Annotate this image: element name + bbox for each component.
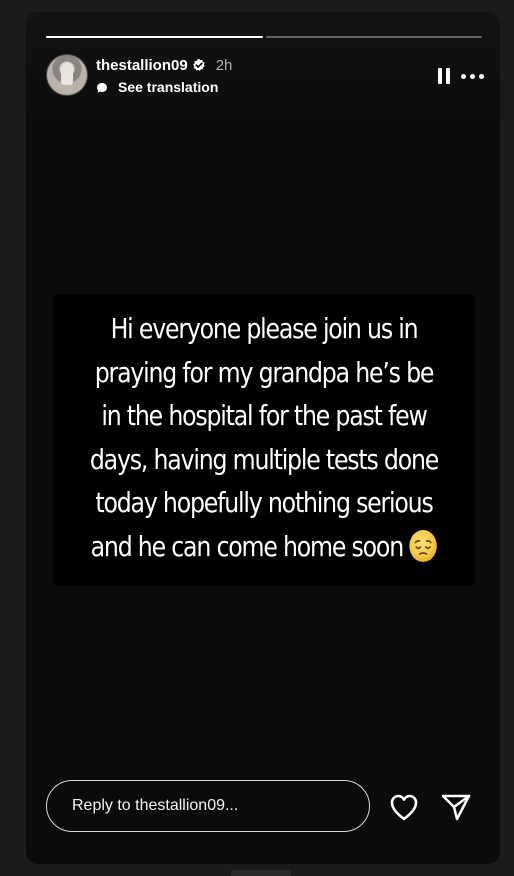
pause-icon[interactable] (434, 66, 454, 86)
progress-segment-2 (265, 36, 482, 38)
caption-line: today hopefully nothing serious (95, 487, 433, 520)
see-translation-link[interactable]: See translation (96, 78, 218, 96)
username-row: thestallion09 2h (96, 54, 232, 76)
more-options-icon[interactable] (458, 66, 486, 86)
story-progress-bar (46, 36, 482, 39)
caption-line: Hi everyone please join us in (110, 313, 419, 345)
more-dot (460, 73, 466, 79)
avatar[interactable] (46, 54, 88, 96)
caption-line-with-emoji: and he can come home soon (83, 526, 446, 570)
post-time: 2h (215, 56, 233, 74)
progress-fill-1 (46, 36, 263, 38)
story-frame[interactable]: thestallion09 2h See translation Hi ever… (26, 12, 500, 864)
caption-line: and he can come home soon (90, 530, 405, 563)
bottom-handle (231, 870, 291, 876)
see-translation-label: See translation (118, 79, 219, 95)
story-caption: Hi everyone please join us in praying fo… (83, 308, 446, 570)
story-footer (46, 780, 482, 836)
translation-icon (96, 81, 108, 93)
pause-bar-left (438, 68, 442, 84)
story-caption-box: Hi everyone please join us in praying fo… (53, 294, 475, 586)
more-dot (469, 73, 475, 79)
avatar-photo (61, 63, 73, 85)
pensive-face-emoji-icon (408, 529, 437, 563)
send-icon[interactable] (440, 792, 472, 822)
more-dot (478, 73, 484, 79)
reply-input[interactable] (46, 780, 370, 832)
heart-icon[interactable] (388, 792, 420, 822)
story-header: thestallion09 2h See translation (46, 54, 484, 96)
caption-line: in the hospital for the past few (101, 400, 428, 433)
pause-bar-right (446, 68, 450, 84)
verified-badge-icon (192, 58, 206, 72)
caption-line: days, having multiple tests done (89, 443, 439, 476)
caption-line: praying for my grandpa he’s be (94, 356, 435, 389)
story-viewer-page: thestallion09 2h See translation Hi ever… (0, 0, 514, 876)
progress-segment-1 (46, 36, 263, 38)
username[interactable]: thestallion09 (96, 57, 188, 74)
